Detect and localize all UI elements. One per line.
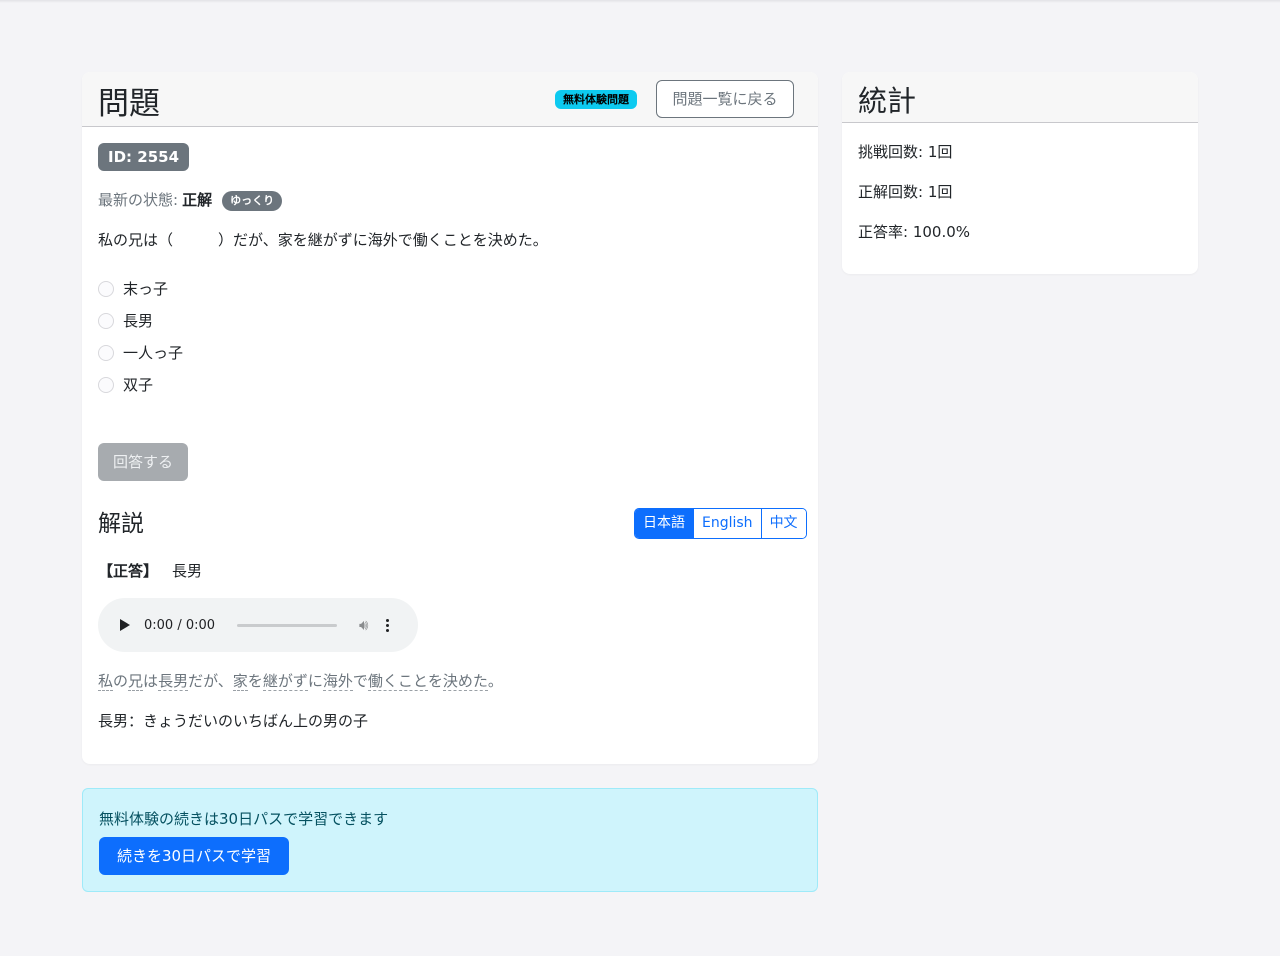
choice-option[interactable]: 双子 [98,374,153,395]
audio-player[interactable]: 0:00 / 0:00 🔊︎ [98,598,418,652]
choice-label: 双子 [123,376,154,394]
explanation-sentence: 私の兄は長男だが、家を継がずに海外で働くことを決めた。 [98,670,503,691]
audio-progress-slider[interactable] [237,623,338,627]
volume-icon[interactable]: 🔊︎ [359,616,368,634]
top-shadow [0,0,1280,3]
sentence-particle: は [143,672,159,690]
question-id-badge: ID: 2554 [98,143,190,171]
speed-badge: ゆっくり [222,191,283,211]
radio-button[interactable] [98,312,114,329]
choice-label: 長男 [123,312,154,330]
sentence-word[interactable]: 海外 [322,672,353,691]
question-text: 私の兄は（ ）だが、家を継がずに海外で働くことを決めた。 [98,231,548,249]
choice-option[interactable]: 長男 [98,310,153,331]
submit-answer-button[interactable]: 回答する [98,443,188,481]
stats-card-header: 統計 [842,72,1198,123]
radio-button[interactable] [98,280,114,297]
choice-option[interactable]: 末っ子 [98,278,168,299]
sentence-word[interactable]: 継がず [262,672,308,691]
sentence-particle: を [247,672,263,690]
stat-attempts: 挑戦回数: 1回 [858,143,953,161]
upgrade-alert-text: 無料体験の続きは30日パスで学習できます [99,810,389,828]
sentence-particle: に [307,672,323,690]
language-button-chinese[interactable]: 中文 [760,509,806,538]
sentence-word[interactable]: 働くこと [367,672,428,691]
status-value: 正解 [182,191,213,209]
correct-answer-label: 【正答】 [98,562,159,580]
choice-option[interactable]: 一人っ子 [98,342,183,363]
language-button-japanese[interactable]: 日本語 [635,509,693,538]
language-button-english[interactable]: English [693,509,761,538]
question-card: 問題 無料体験問題 問題一覧に戻る ID: 2554 最新の状態: 正解 ゆっくり … [82,72,818,764]
sentence-particle: だが、 [188,672,233,690]
sentence-word[interactable]: 私 [98,672,114,691]
status-label: 最新の状態: [98,191,179,209]
sentence-word[interactable]: 長男 [158,672,189,691]
choice-label: 一人っ子 [123,344,184,362]
status-row: 最新の状態: 正解 ゆっくり [98,189,283,211]
stat-correct-count: 正解回数: 1回 [858,183,953,201]
word-definition: 長男：きょうだいのいちばん上の男の子 [98,712,369,730]
choice-label: 末っ子 [123,280,169,298]
correct-answer-value: 長男 [172,562,203,580]
play-icon[interactable] [120,619,130,631]
page-title: 問題 [98,86,160,122]
sentence-particle: 。 [487,672,503,690]
sentence-particle: を [427,672,443,690]
explanation-title: 解説 [98,511,144,537]
stat-accuracy: 正答率: 100.0% [858,223,971,241]
back-to-list-button[interactable]: 問題一覧に戻る [656,80,794,118]
question-card-header: 問題 無料体験問題 問題一覧に戻る [82,72,818,127]
stats-card: 統計 挑戦回数: 1回 正解回数: 1回 正答率: 100.0% [842,72,1198,274]
upgrade-alert: 無料体験の続きは30日パスで学習できます 続きを30日パスで学習 [82,788,818,892]
sentence-word[interactable]: 家 [232,672,248,691]
radio-button[interactable] [98,344,114,361]
free-trial-badge: 無料体験問題 [555,90,637,109]
sentence-word[interactable]: 決めた [442,672,488,691]
language-switcher: 日本語 English 中文 [634,508,807,539]
audio-time: 0:00 / 0:00 [144,617,216,633]
correct-answer-row: 【正答】 長男 [98,560,202,581]
upgrade-button[interactable]: 続きを30日パスで学習 [99,837,289,875]
stats-title: 統計 [858,84,917,118]
more-vertical-icon[interactable] [386,618,390,632]
sentence-particle: で [352,672,368,690]
sentence-word[interactable]: 兄 [128,672,144,691]
sentence-particle: の [113,672,129,690]
radio-button[interactable] [98,376,114,393]
